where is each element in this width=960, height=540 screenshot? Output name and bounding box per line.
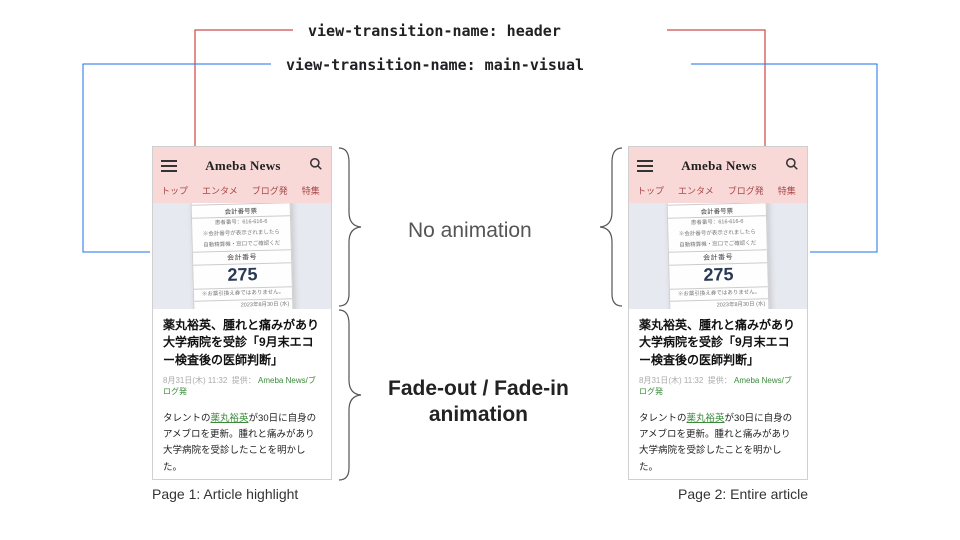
page2-excerpt: タレントの薬丸裕英が30日に自身のアメブロを更新。腫れと痛みがあり大学病院を受診…	[639, 411, 797, 476]
meta-provider: 提供：	[708, 376, 732, 385]
caption-page1: Page 1: Article highlight	[152, 486, 298, 502]
hamburger-icon[interactable]	[161, 160, 177, 172]
ticket-date: 2023年8月30日 (水)	[670, 299, 768, 309]
meta-provider: 提供：	[232, 376, 256, 385]
tab-blog[interactable]: ブログ発	[728, 184, 764, 197]
ticket-number: 275	[193, 263, 292, 289]
meta-time: 8月31日(木) 11:32	[639, 376, 703, 385]
brace-top-left	[335, 146, 363, 308]
tab-top[interactable]: トップ	[161, 184, 188, 197]
page1-meta: 8月31日(木) 11:32 提供： Ameba News/ブログ発	[163, 375, 321, 397]
tab-feat[interactable]: 特集	[302, 184, 320, 197]
excerpt-pre: タレントの	[639, 413, 687, 424]
site-logo: Ameba News	[681, 158, 757, 174]
search-icon[interactable]	[309, 157, 323, 174]
hamburger-icon[interactable]	[637, 160, 653, 172]
brace-top-right	[598, 146, 626, 308]
page2-main-visual: 会計番号票 患者番号：616-616-6 ※会計番号が表示されましたら 自動精算…	[629, 203, 807, 309]
code-label-main-visual: view-transition-name: main-visual	[286, 56, 584, 74]
page1-header: Ameba News トップ エンタメ ブログ発 特集	[153, 147, 331, 203]
tab-top[interactable]: トップ	[637, 184, 664, 197]
tab-blog[interactable]: ブログ発	[252, 184, 288, 197]
code-label-header: view-transition-name: header	[308, 22, 561, 40]
page1-phone: Ameba News トップ エンタメ ブログ発 特集 会計番号票 患者番号：6…	[152, 146, 332, 480]
page2-body: 薬丸裕英、腫れと痛みがあり大学病院を受診「9月末エコー検査後の医師判断」 8月3…	[629, 309, 807, 479]
search-icon[interactable]	[785, 157, 799, 174]
page2-tabs: トップ エンタメ ブログ発 特集	[629, 180, 807, 203]
tab-feat[interactable]: 特集	[778, 184, 796, 197]
label-fade-animation: Fade-out / Fade-inanimation	[388, 376, 569, 429]
page1-headline: 薬丸裕英、腫れと痛みがあり大学病院を受診「9月末エコー検査後の医師判断」	[163, 317, 321, 369]
ticket-image: 会計番号票 患者番号：616-616-6 ※会計番号が表示されましたら 自動精算…	[191, 203, 294, 309]
page2-meta: 8月31日(木) 11:32 提供： Ameba News/ブログ発	[639, 375, 797, 397]
excerpt-pre: タレントの	[163, 413, 211, 424]
page1-header-top: Ameba News	[153, 151, 331, 180]
excerpt-link[interactable]: 薬丸裕英	[687, 413, 725, 424]
page1-main-visual: 会計番号票 患者番号：616-616-6 ※会計番号が表示されましたら 自動精算…	[153, 203, 331, 309]
page1-body: 薬丸裕英、腫れと痛みがあり大学病院を受診「9月末エコー検査後の医師判断」 8月3…	[153, 309, 331, 479]
label-no-animation: No animation	[408, 218, 532, 244]
tab-ent[interactable]: エンタメ	[678, 184, 714, 197]
page2-phone: Ameba News トップ エンタメ ブログ発 特集 会計番号票 患者番号：6…	[628, 146, 808, 480]
ticket-date: 2023年8月30日 (水)	[194, 299, 292, 309]
meta-time: 8月31日(木) 11:32	[163, 376, 227, 385]
tab-ent[interactable]: エンタメ	[202, 184, 238, 197]
connector-lines	[0, 0, 960, 540]
page2-header-top: Ameba News	[629, 151, 807, 180]
site-logo: Ameba News	[205, 158, 281, 174]
caption-page2: Page 2: Entire article	[628, 486, 808, 502]
brace-bottom-left	[335, 308, 363, 482]
ticket-number: 275	[669, 263, 768, 289]
ticket-image: 会計番号票 患者番号：616-616-6 ※会計番号が表示されましたら 自動精算…	[667, 203, 770, 309]
page2-header: Ameba News トップ エンタメ ブログ発 特集	[629, 147, 807, 203]
page2-headline: 薬丸裕英、腫れと痛みがあり大学病院を受診「9月末エコー検査後の医師判断」	[639, 317, 797, 369]
excerpt-link[interactable]: 薬丸裕英	[211, 413, 249, 424]
page1-tabs: トップ エンタメ ブログ発 特集	[153, 180, 331, 203]
page1-excerpt: タレントの薬丸裕英が30日に自身のアメブロを更新。腫れと痛みがあり大学病院を受診…	[163, 411, 321, 476]
